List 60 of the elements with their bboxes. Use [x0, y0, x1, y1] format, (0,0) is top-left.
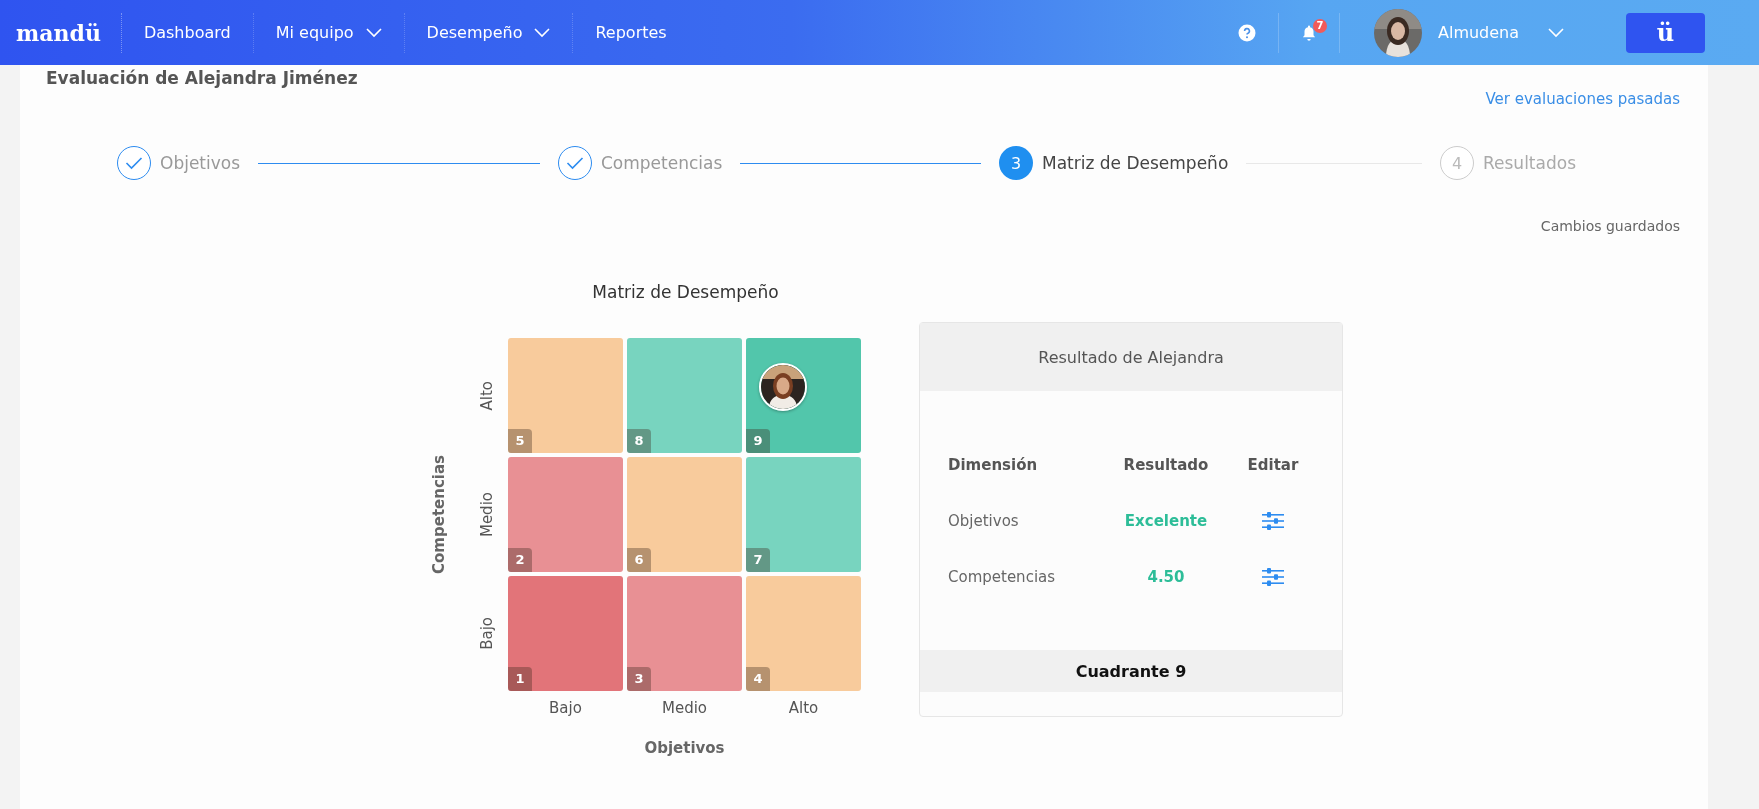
page-title: Evaluación de Alejandra Jiménez — [45, 67, 359, 90]
matrix-cell[interactable]: 9 — [746, 338, 861, 453]
matrix-cell[interactable]: 8 — [627, 338, 742, 453]
help-icon — [1238, 23, 1256, 42]
user-name[interactable]: Almudena — [1438, 23, 1548, 42]
column-label: Bajo — [549, 699, 582, 717]
quadrant-number: 8 — [627, 429, 651, 453]
quadrant-number: 2 — [508, 548, 532, 572]
step-label[interactable]: Matriz de Desempeño — [1042, 153, 1229, 173]
step-label[interactable]: Competencias — [601, 153, 723, 173]
step-indicator: 4 — [1440, 146, 1474, 180]
nav-menu-item[interactable]: Dashboard — [121, 12, 254, 53]
result-value: Excelente — [1124, 511, 1208, 530]
quadrant-number: 7 — [746, 548, 770, 572]
quadrant-number: 5 — [508, 429, 532, 453]
chevron-down-icon[interactable] — [1548, 27, 1564, 38]
matrix-cell[interactable]: 1 — [508, 576, 623, 691]
app-button[interactable]: ü — [1626, 12, 1705, 53]
column-header: Dimensión — [948, 455, 1038, 474]
y-axis-label: Competencias — [430, 455, 449, 574]
matrix-cell[interactable]: 5 — [508, 338, 623, 453]
step-label[interactable]: Resultados — [1483, 153, 1576, 173]
past-evaluations-link[interactable]: Ver evaluaciones pasadas — [1485, 90, 1680, 108]
row-label: Bajo — [478, 617, 496, 650]
column-label: Alto — [788, 699, 819, 717]
quadrant-number: 9 — [746, 429, 770, 453]
nav-menu-item[interactable]: Reportes — [573, 12, 689, 53]
quadrant-number: 1 — [508, 667, 532, 691]
x-axis-label: Objetivos — [644, 739, 725, 757]
dimension-name: Competencias — [948, 567, 1056, 586]
column-header: Editar — [1247, 455, 1299, 474]
result-title: Resultado de Alejandra — [1038, 347, 1224, 367]
logo[interactable]: mandü — [0, 12, 122, 53]
matrix-cell[interactable]: 6 — [627, 457, 742, 572]
matrix-cell[interactable]: 2 — [508, 457, 623, 572]
step-label[interactable]: Objetivos — [160, 153, 241, 173]
quadrant-number: 3 — [627, 667, 651, 691]
bell-icon — [1301, 24, 1317, 41]
quadrant-number: 6 — [627, 548, 651, 572]
nav-menu-item[interactable]: Mi equipo — [253, 12, 405, 53]
matrix-cell[interactable]: 3 — [627, 576, 742, 691]
chevron-down-icon[interactable] — [365, 27, 382, 38]
column-label: Medio — [661, 699, 707, 717]
matrix-cell[interactable]: 4 — [746, 576, 861, 691]
sliders-icon[interactable] — [1262, 567, 1284, 586]
step-indicator: 3 — [999, 146, 1033, 180]
row-label: Alto — [478, 380, 496, 411]
quadrant-result: Cuadrante 9 — [1075, 661, 1187, 681]
chevron-down-icon[interactable] — [534, 27, 551, 38]
result-value: 4.50 — [1147, 567, 1185, 586]
column-header: Resultado — [1123, 455, 1209, 474]
save-status: Cambios guardados — [1540, 218, 1680, 234]
matrix-title: Matriz de Desempeño — [591, 281, 780, 304]
nav-menu-item[interactable]: Desempeño — [404, 12, 574, 53]
matrix-cell[interactable]: 7 — [746, 457, 861, 572]
quadrant-number: 4 — [746, 667, 770, 691]
dimension-name: Objetivos — [948, 511, 1019, 530]
row-label: Medio — [478, 491, 496, 537]
sliders-icon[interactable] — [1262, 511, 1284, 530]
notification-badge: 7 — [1313, 18, 1327, 33]
